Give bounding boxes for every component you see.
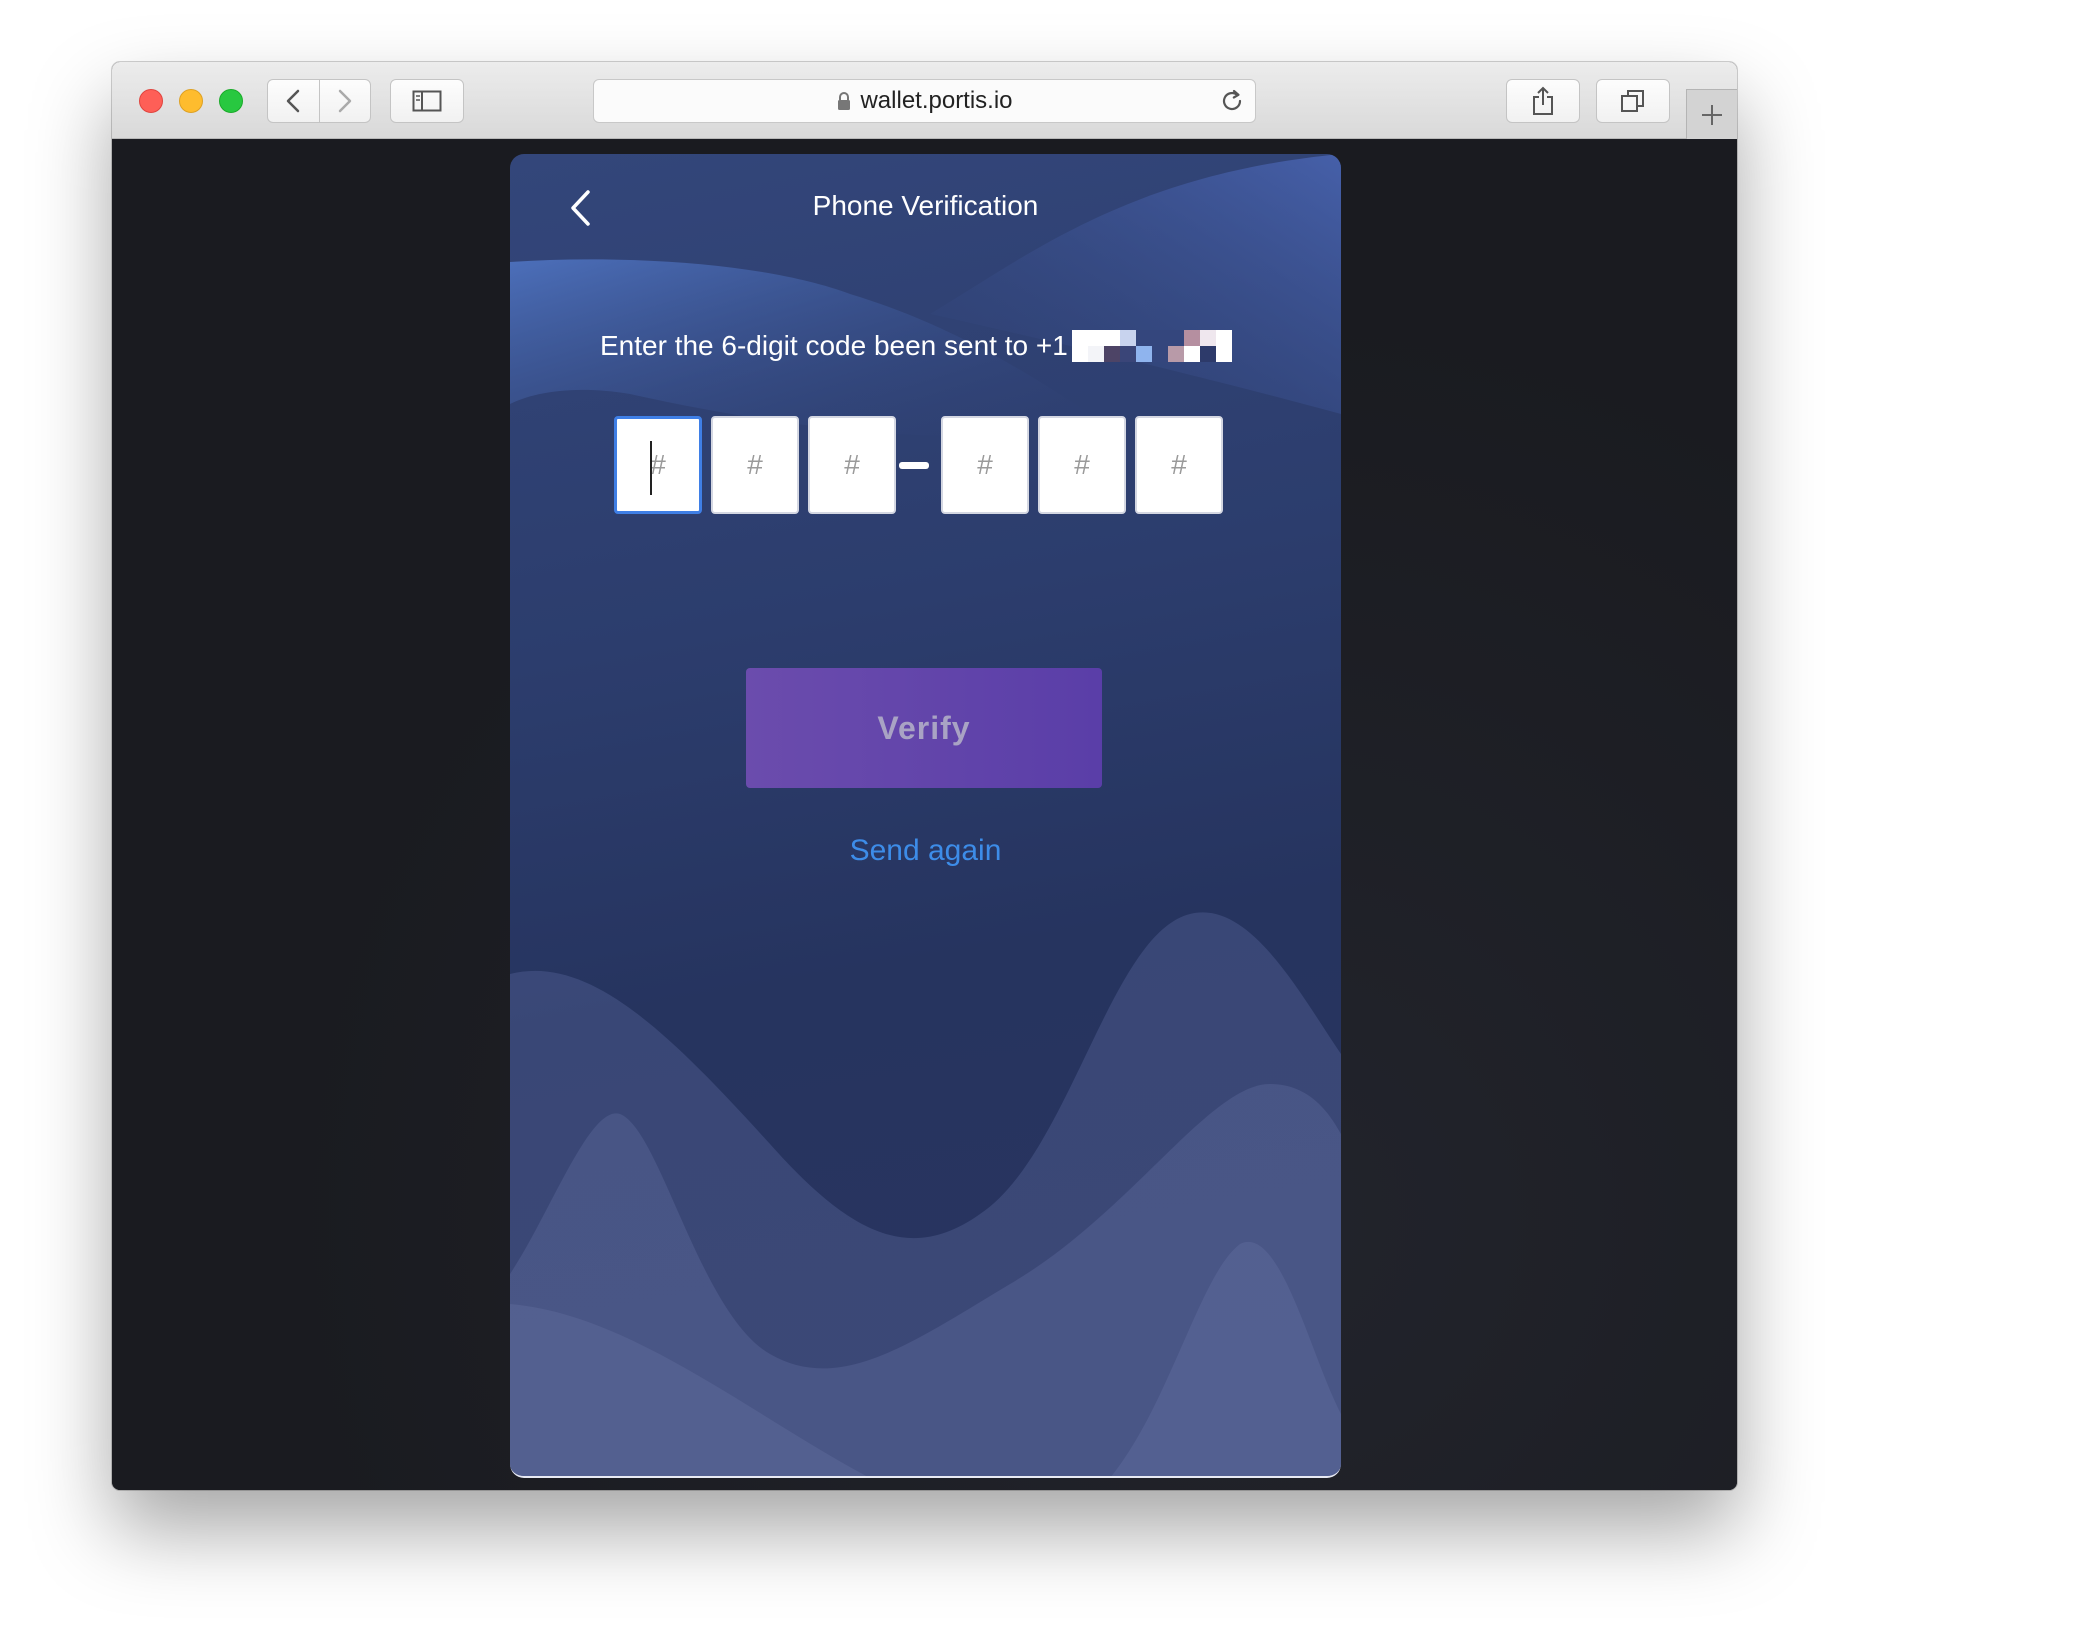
sidebar-toggle-button[interactable] [390,79,464,123]
code-digit-2[interactable]: # [711,416,799,514]
browser-window: wallet.portis.io Phone Verification Ente… [112,62,1737,1490]
tabs-overview-button[interactable] [1596,79,1670,123]
send-again-link[interactable]: Send again [510,834,1341,868]
digit-placeholder: # [1074,449,1090,480]
sidebar-icon [412,90,442,112]
verification-card: Phone Verification Enter the 6-digit cod… [510,154,1341,1478]
code-digit-1[interactable]: # [614,416,702,514]
reload-icon [1222,89,1242,111]
code-digit-4[interactable]: # [941,416,1029,514]
maximize-window-button[interactable] [219,89,243,113]
code-input-group: # # # # # # [614,416,1223,514]
new-tab-button[interactable] [1686,89,1737,139]
digit-placeholder: # [650,449,666,480]
instruction-line: Enter the 6-digit code been sent to +1 [600,330,1232,362]
plus-icon [1702,104,1722,125]
page-background: Phone Verification Enter the 6-digit cod… [112,140,1737,1490]
share-button[interactable] [1506,79,1580,123]
text-cursor [650,441,652,495]
browser-toolbar: wallet.portis.io [112,62,1737,139]
code-digit-3[interactable]: # [808,416,896,514]
digit-placeholder: # [1171,449,1187,480]
url-text: wallet.portis.io [860,87,1013,114]
verify-button[interactable]: Verify [746,668,1102,788]
digit-placeholder: # [844,449,860,480]
navigation-buttons [267,79,371,123]
digit-placeholder: # [977,449,993,480]
lock-icon [838,92,851,110]
tabs-overview-icon [1621,90,1644,112]
chevron-left-icon [287,89,300,113]
back-nav-button[interactable] [268,80,319,122]
redacted-phone-number [1071,330,1232,362]
reload-button[interactable] [1219,88,1245,118]
digit-placeholder: # [747,449,763,480]
page-title: Phone Verification [812,190,1039,221]
close-window-button[interactable] [139,89,163,113]
instruction-text: Enter the 6-digit code been sent to +1 [600,330,1068,361]
code-digit-6[interactable]: # [1135,416,1223,514]
chevron-right-icon [338,89,352,113]
address-bar[interactable]: wallet.portis.io [593,79,1256,123]
minimize-window-button[interactable] [179,89,203,113]
share-icon [1533,86,1553,115]
forward-nav-button[interactable] [318,80,370,122]
code-digit-5[interactable]: # [1038,416,1126,514]
code-separator [899,461,929,469]
